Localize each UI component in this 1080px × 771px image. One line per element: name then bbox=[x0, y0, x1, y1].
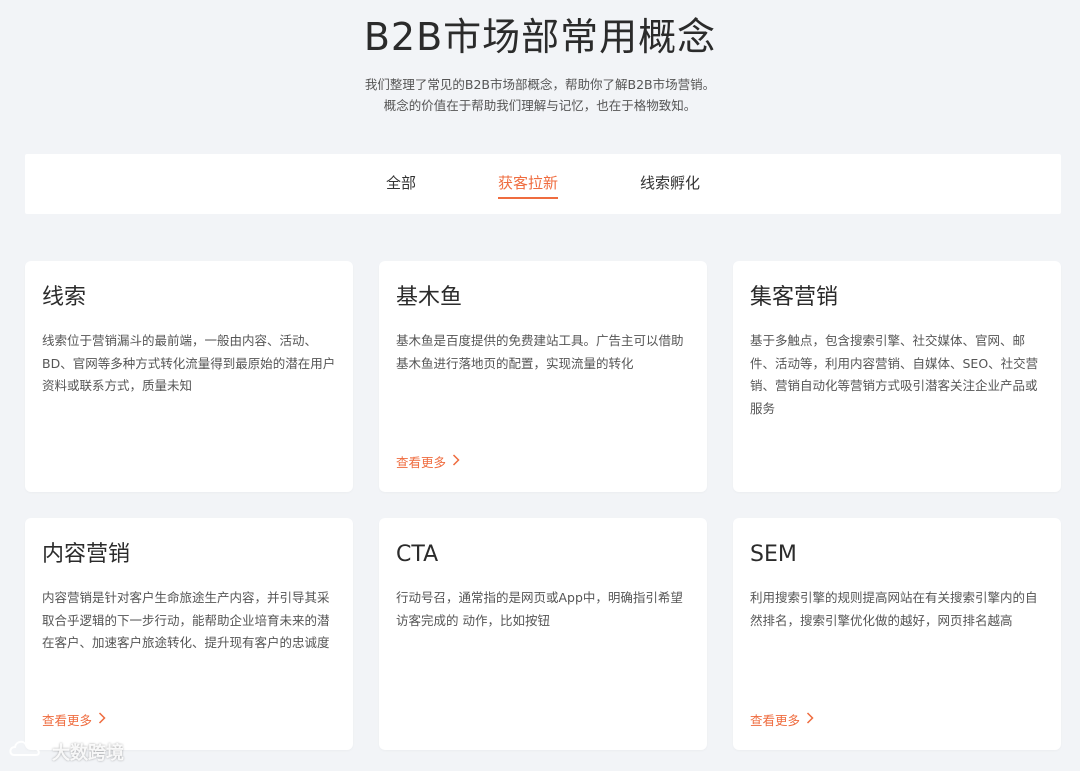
page-title: B2B市场部常用概念 bbox=[363, 15, 717, 59]
card-title: 线索 bbox=[42, 285, 87, 310]
subtitle-line-1: 我们整理了常见的B2B市场部概念，帮助你了解B2B市场营销。 bbox=[364, 77, 716, 92]
view-more-label: 查看更多 bbox=[396, 455, 447, 470]
card-description: 基于多触点，包含搜索引擎、社交媒体、官网、邮件、活动等，利用内容营销、自媒体、S… bbox=[750, 333, 1039, 416]
watermark-text: 大数跨境 bbox=[52, 742, 124, 764]
view-more-link[interactable]: 查看更多 bbox=[42, 710, 106, 729]
view-more-label: 查看更多 bbox=[42, 713, 93, 728]
card-title: 集客营销 bbox=[750, 285, 839, 310]
page-subtitle: 我们整理了常见的B2B市场部概念，帮助你了解B2B市场营销。 概念的价值在于帮助… bbox=[0, 74, 1080, 116]
view-more-link[interactable]: 查看更多 bbox=[396, 452, 460, 471]
tab-acquisition[interactable]: 获客拉新 bbox=[497, 169, 558, 199]
card-title: 基木鱼 bbox=[396, 285, 463, 310]
watermark: 大数跨境 bbox=[8, 738, 124, 765]
card-description: 行动号召，通常指的是网页或App中，明确指引希望访客完成的 动作，比如按钮 bbox=[396, 590, 683, 628]
card-description: 利用搜索引擎的规则提高网站在有关搜索引擎内的自然排名，搜索引擎优化做的越好，网页… bbox=[750, 590, 1038, 628]
concept-card-leads[interactable]: 线索 线索位于营销漏斗的最前端，一般由内容、活动、BD、官网等多种方式转化流量得… bbox=[25, 261, 353, 492]
view-more-link[interactable]: 查看更多 bbox=[750, 710, 814, 729]
tab-lead-nurturing[interactable]: 线索孵化 bbox=[640, 169, 700, 199]
concept-card-sem[interactable]: SEM 利用搜索引擎的规则提高网站在有关搜索引擎内的自然排名，搜索引擎优化做的越… bbox=[733, 518, 1061, 750]
card-description: 线索位于营销漏斗的最前端，一般由内容、活动、BD、官网等多种方式转化流量得到最原… bbox=[42, 333, 336, 393]
page: B2B市场部常用概念 我们整理了常见的B2B市场部概念，帮助你了解B2B市场营销… bbox=[0, 0, 1080, 771]
chevron-right-icon bbox=[98, 712, 106, 727]
concept-card-inbound[interactable]: 集客营销 基于多触点，包含搜索引擎、社交媒体、官网、邮件、活动等，利用内容营销、… bbox=[733, 261, 1061, 492]
subtitle-line-2: 概念的价值在于帮助我们理解与记忆，也在于格物致知。 bbox=[383, 98, 697, 113]
chevron-right-icon bbox=[806, 712, 814, 727]
card-title: SEM bbox=[750, 542, 797, 567]
category-tabs: 全部 获客拉新 线索孵化 bbox=[25, 154, 1061, 214]
card-description: 基木鱼是百度提供的免费建站工具。广告主可以借助基木鱼进行落地页的配置，实现流量的… bbox=[396, 333, 684, 371]
concept-card-jimuyu[interactable]: 基木鱼 基木鱼是百度提供的免费建站工具。广告主可以借助基木鱼进行落地页的配置，实… bbox=[379, 261, 707, 492]
concept-card-cta[interactable]: CTA 行动号召，通常指的是网页或App中，明确指引希望访客完成的 动作，比如按… bbox=[379, 518, 707, 750]
card-title: CTA bbox=[396, 542, 439, 567]
cloud-logo-icon bbox=[8, 738, 49, 765]
chevron-right-icon bbox=[452, 454, 460, 469]
view-more-label: 查看更多 bbox=[750, 713, 801, 728]
concept-grid: 线索 线索位于营销漏斗的最前端，一般由内容、活动、BD、官网等多种方式转化流量得… bbox=[25, 261, 1061, 750]
card-description: 内容营销是针对客户生命旅途生产内容，并引导其采取合乎逻辑的下一步行动，能帮助企业… bbox=[42, 590, 330, 650]
concept-card-content-marketing[interactable]: 内容营销 内容营销是针对客户生命旅途生产内容，并引导其采取合乎逻辑的下一步行动，… bbox=[25, 518, 353, 750]
hero: B2B市场部常用概念 我们整理了常见的B2B市场部概念，帮助你了解B2B市场营销… bbox=[0, 0, 1080, 116]
tab-all[interactable]: 全部 bbox=[386, 169, 416, 199]
card-title: 内容营销 bbox=[42, 542, 131, 567]
